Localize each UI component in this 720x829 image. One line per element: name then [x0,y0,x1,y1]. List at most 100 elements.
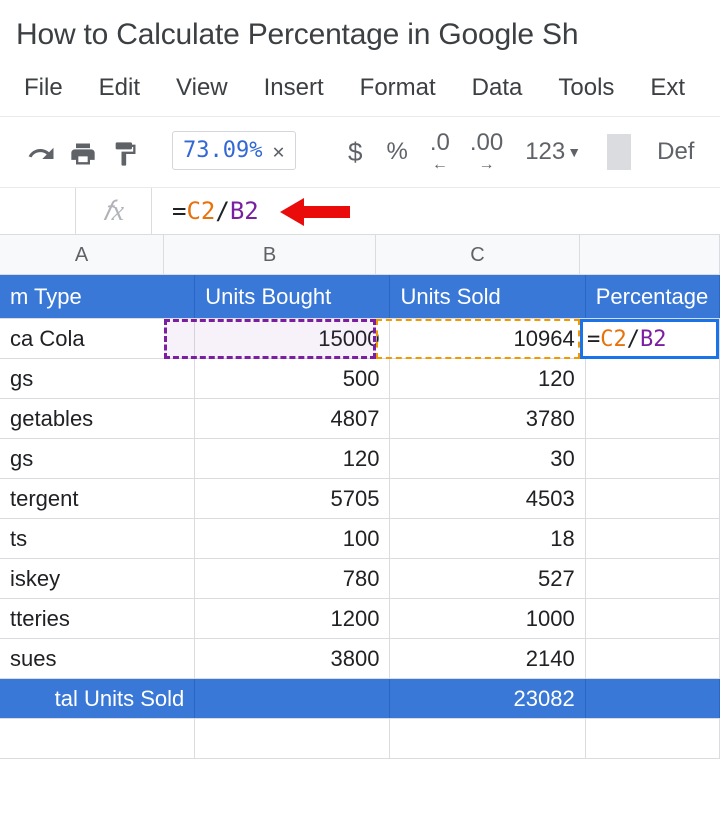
menu-view[interactable]: View [158,70,246,106]
total-label[interactable]: tal Units Sold [0,679,195,718]
table-row[interactable]: tteries 1200 1000 [0,599,720,639]
header-percentage[interactable]: Percentage [586,275,720,318]
annotation-arrow-icon [280,196,350,228]
cell-a[interactable]: tergent [0,479,195,518]
cell-a[interactable]: ts [0,519,195,558]
font-picker[interactable]: Def [645,132,706,172]
col-header-d[interactable] [580,235,720,274]
cell-b[interactable]: 3800 [195,639,390,678]
arrow-right-icon: → [479,157,495,173]
total-row[interactable]: tal Units Sold 23082 [0,679,720,719]
header-item-type[interactable]: m Type [0,275,195,318]
cell-a[interactable]: sues [0,639,195,678]
cell-c[interactable]: 527 [390,559,585,598]
menu-insert[interactable]: Insert [246,70,342,106]
cell-a[interactable]: gs [0,439,195,478]
rows: m Type Units Bought Units Sold Percentag… [0,275,720,759]
cell-c[interactable] [390,719,585,758]
total-b[interactable] [195,679,390,718]
paint-format-icon[interactable] [104,133,146,175]
cell-d[interactable] [586,519,720,558]
cell-a[interactable]: ca Cola [0,319,195,358]
decrease-decimal-button[interactable]: .0 ← [420,129,460,175]
arrow-left-icon: ← [432,157,448,173]
table-row[interactable]: sues 3800 2140 [0,639,720,679]
table-row[interactable]: gs 500 120 [0,359,720,399]
cell-c[interactable]: 3780 [390,399,585,438]
cell-d[interactable] [586,359,720,398]
cell-a[interactable]: tteries [0,599,195,638]
formula-input[interactable]: =C2/B2 [152,188,720,234]
cell-c[interactable]: 2140 [390,639,585,678]
table-row[interactable]: ca Cola 15000 10964 [0,319,720,359]
cell-d[interactable] [586,479,720,518]
menu-tools[interactable]: Tools [540,70,632,106]
cell-a[interactable] [0,719,195,758]
menu-format[interactable]: Format [342,70,454,106]
cell-b[interactable] [195,719,390,758]
cell-b[interactable]: 1200 [195,599,390,638]
cell-b[interactable]: 780 [195,559,390,598]
print-icon[interactable] [62,133,104,175]
header-row[interactable]: m Type Units Bought Units Sold Percentag… [0,275,720,319]
table-row[interactable]: iskey 780 527 [0,559,720,599]
cell-c[interactable]: 10964 [390,319,585,358]
redo-icon[interactable] [20,133,62,175]
cell-a[interactable]: gs [0,359,195,398]
header-units-bought[interactable]: Units Bought [195,275,390,318]
more-formats-button[interactable]: 123 ▼ [513,132,593,172]
spreadsheet-grid[interactable]: A B C m Type Units Bought Units Sold Per… [0,235,720,759]
cell-b[interactable]: 100 [195,519,390,558]
menu-file[interactable]: File [6,70,81,106]
name-box[interactable] [0,188,76,234]
close-icon[interactable]: ✕ [272,139,284,163]
cell-b[interactable]: 500 [195,359,390,398]
table-row[interactable]: tergent 5705 4503 [0,479,720,519]
cell-c[interactable]: 18 [390,519,585,558]
cell-b[interactable]: 4807 [195,399,390,438]
page-title: How to Calculate Percentage in Google Sh [0,0,720,66]
table-row[interactable]: getables 4807 3780 [0,399,720,439]
total-d[interactable] [586,679,720,718]
cell-c[interactable]: 30 [390,439,585,478]
slash: / [215,197,229,225]
cell-c[interactable]: 120 [390,359,585,398]
formula-bar: 𝑓x =C2/B2 [0,187,720,235]
cell-a[interactable]: iskey [0,559,195,598]
number-format-group: $ % .0 ← .00 → 123 ▼ Def [336,129,706,175]
total-c[interactable]: 23082 [390,679,585,718]
formula-result-tooltip: 73.09% ✕ [172,131,296,170]
column-headers: A B C [0,235,720,275]
table-row[interactable]: ts 100 18 [0,519,720,559]
col-header-c[interactable]: C [376,235,580,274]
menu-extensions[interactable]: Ext [632,70,703,106]
cell-c[interactable]: 1000 [390,599,585,638]
cell-b[interactable]: 15000 [195,319,390,358]
col-header-b[interactable]: B [164,235,376,274]
col-header-a[interactable]: A [0,235,164,274]
menu-data[interactable]: Data [454,70,541,106]
toolbar: 73.09% ✕ $ % .0 ← .00 → 123 ▼ Def [0,117,720,187]
currency-button[interactable]: $ [336,131,374,174]
table-row[interactable]: gs 120 30 [0,439,720,479]
cell-d[interactable] [586,559,720,598]
eq: = [172,197,186,225]
header-units-sold[interactable]: Units Sold [390,275,585,318]
cell-d[interactable] [586,319,720,358]
cell-d[interactable] [586,399,720,438]
cell-d[interactable] [586,439,720,478]
cell-a[interactable]: getables [0,399,195,438]
percent-button[interactable]: % [374,132,419,172]
cell-b[interactable]: 5705 [195,479,390,518]
menu-edit[interactable]: Edit [81,70,158,106]
cell-d[interactable] [586,599,720,638]
menubar: File Edit View Insert Format Data Tools … [0,66,720,117]
increase-decimal-button[interactable]: .00 → [460,129,513,175]
inc-label: .00 [470,131,503,155]
cell-b[interactable]: 120 [195,439,390,478]
cell-d[interactable] [586,719,720,758]
cell-d[interactable] [586,639,720,678]
table-row[interactable] [0,719,720,759]
cell-c[interactable]: 4503 [390,479,585,518]
fx-icon: 𝑓x [76,188,152,234]
